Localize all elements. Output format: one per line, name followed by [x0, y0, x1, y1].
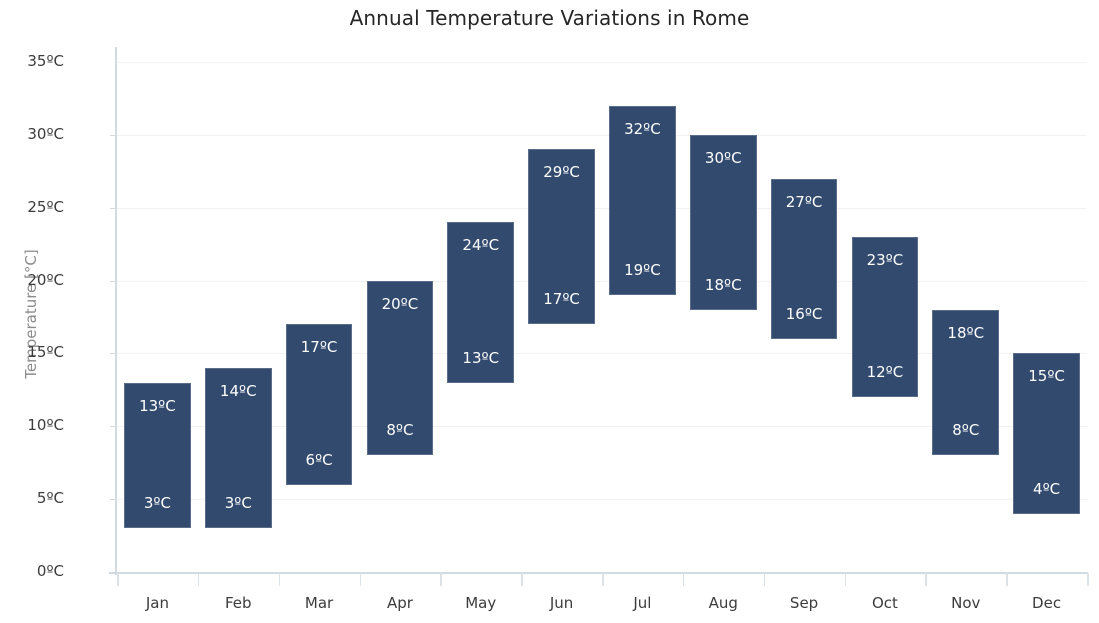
gridline — [117, 134, 1087, 136]
y-axis-tick-label: 10ºC — [27, 416, 64, 435]
x-axis-label-feb: Feb — [224, 594, 252, 612]
y-axis-title-text: Temperature [°C] — [22, 249, 40, 379]
x-axis-label-may: May — [465, 594, 497, 612]
x-axis-label-sep: Sep — [789, 594, 819, 612]
bar-high-label-jul: 32ºC — [624, 119, 661, 138]
x-axis-label-jan: Jan — [145, 594, 169, 612]
x-axis-band-tick — [682, 573, 685, 586]
x-axis-band-tick — [278, 573, 281, 586]
bar-low-label-nov: 8ºC — [952, 421, 980, 440]
x-axis-label-mar: Mar — [304, 594, 334, 612]
bar-low-label-may: 13ºC — [462, 348, 500, 367]
bar-high-label-oct: 23ºC — [866, 250, 904, 269]
bar-high-label-aug: 30ºC — [704, 148, 742, 167]
y-axis-line — [115, 47, 117, 575]
y-axis-tick-label: 25ºC — [27, 197, 64, 216]
x-axis-band-tick — [521, 573, 523, 586]
y-axis-tick-label: 30ºC — [27, 124, 64, 143]
bar-low-label-oct: 12ºC — [866, 363, 904, 382]
gridline — [117, 207, 1087, 209]
bar-high-label-mar: 17ºC — [300, 338, 338, 357]
temperature-range-chart: Annual Temperature Variations in Rome Te… — [0, 0, 1099, 623]
gridline — [117, 280, 1087, 282]
bar-high-label-apr: 20ºC — [381, 294, 419, 313]
x-axis-label-nov: Nov — [951, 594, 981, 612]
x-axis-band-tick — [117, 573, 119, 586]
x-axis-band-tick — [763, 573, 766, 586]
x-axis-band-tick — [602, 573, 604, 586]
bar-low-label-aug: 18ºC — [704, 275, 742, 294]
x-axis-label-oct: Oct — [871, 594, 898, 612]
bar-low-label-jun: 17ºC — [543, 290, 580, 309]
x-axis-label-jul: Jul — [633, 594, 652, 612]
bar-low-label-jan: 3ºC — [143, 494, 171, 513]
y-axis-tick-label: 15ºC — [27, 343, 64, 362]
x-axis-band-tick — [844, 573, 846, 586]
x-axis-band-tick — [1087, 573, 1089, 586]
chart-title: Annual Temperature Variations in Rome — [349, 6, 750, 30]
y-axis-tick-label: 5ºC — [36, 489, 64, 508]
bar-high-label-nov: 18ºC — [947, 323, 985, 342]
x-axis-band-tick — [925, 573, 927, 586]
bar-low-label-apr: 8ºC — [386, 421, 414, 440]
x-axis-band-tick — [359, 573, 361, 586]
y-axis-tick-label: 0ºC — [36, 562, 64, 580]
x-axis-label-dec: Dec — [1032, 594, 1062, 612]
bar-high-label-sep: 27ºC — [785, 192, 823, 211]
bar-high-label-may: 24ºC — [462, 236, 500, 255]
y-axis-tick-label: 35ºC — [27, 52, 64, 70]
x-axis-band-tick — [440, 573, 442, 586]
y-axis-tick-label: 20ºC — [27, 270, 64, 289]
bar-low-label-dec: 4ºC — [1033, 479, 1061, 498]
x-axis-band-tick — [197, 573, 200, 586]
y-axis-title: Temperature [°C] — [14, 225, 48, 378]
x-axis-line — [109, 571, 1088, 574]
bar-low-label-sep: 16ºC — [785, 304, 823, 323]
x-axis-label-aug: Aug — [708, 594, 738, 612]
gridline — [117, 62, 1087, 63]
bar-high-label-feb: 14ºC — [219, 382, 257, 400]
bar-low-label-jul: 19ºC — [624, 261, 661, 280]
bar-low-label-mar: 6ºC — [305, 450, 333, 469]
x-axis-label-jun: Jun — [549, 594, 574, 612]
bar-high-label-jun: 29ºC — [543, 163, 580, 182]
bar-low-label-feb: 3ºC — [224, 494, 252, 513]
bar-high-label-dec: 15ºC — [1028, 367, 1065, 386]
x-axis-label-apr: Apr — [386, 594, 413, 612]
bar-high-label-jan: 13ºC — [139, 396, 176, 415]
x-axis-band-tick — [1006, 573, 1008, 586]
